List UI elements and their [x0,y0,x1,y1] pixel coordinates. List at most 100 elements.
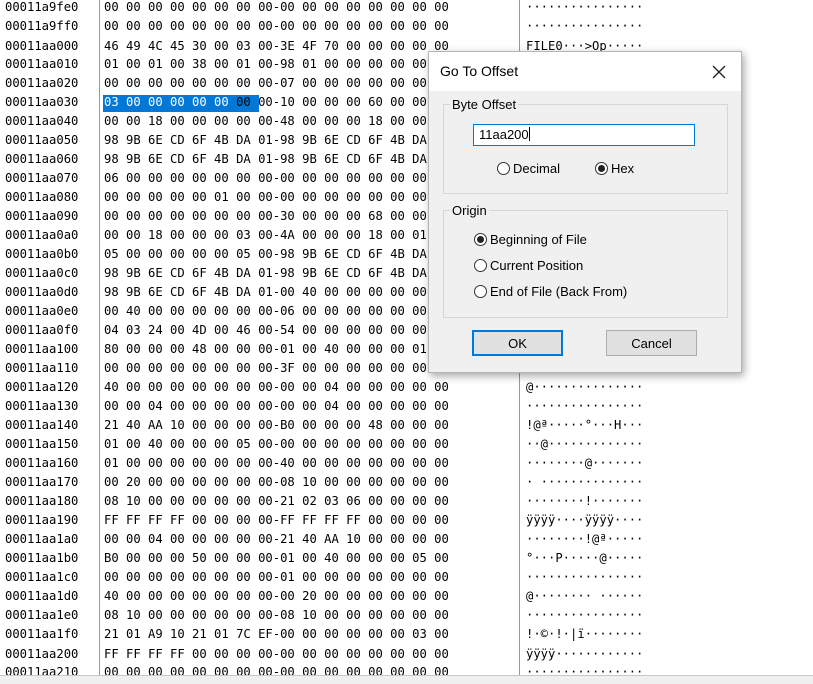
row-hex-bytes[interactable]: 01 00 01 00 38 00 01 00-98 01 00 00 00 0… [104,55,449,73]
row-address: 00011aa060 [5,152,79,166]
row-hex-bytes[interactable]: 40 00 00 00 00 00 00 00-00 20 00 00 00 0… [104,587,449,605]
cancel-button[interactable]: Cancel [606,330,697,356]
row-text[interactable]: @··············· [526,378,643,396]
row-text[interactable]: ················ [526,0,643,16]
row-hex-bytes[interactable]: 98 9B 6E CD 6F 4B DA 01-98 9B 6E CD 6F 4… [104,264,449,282]
row-hex-bytes[interactable]: 00 40 00 00 00 00 00 00-06 00 00 00 00 0… [104,302,449,320]
row-hex-bytes[interactable]: 00 00 00 00 00 00 00 00-00 00 00 00 00 0… [104,17,449,35]
ok-button-label: OK [508,335,527,351]
row-address: 00011aa020 [5,76,79,90]
row-address: 00011aa100 [5,342,79,356]
hex-radio[interactable]: Hex [595,161,634,176]
row-address: 00011aa070 [5,171,79,185]
row-hex-rest[interactable]: 00 00-10 00 00 00 60 00 00 00 [229,95,449,109]
row-text[interactable]: !·©·!·|ï········ [526,625,643,643]
row-hex-bytes[interactable]: FF FF FF FF 00 00 00 00-00 00 00 00 00 0… [104,645,449,663]
row-hex-bytes[interactable]: 00 20 00 00 00 00 00 00-08 10 00 00 00 0… [104,473,449,491]
row-hex-bytes[interactable]: 00 00 04 00 00 00 00 00-21 40 AA 10 00 0… [104,530,449,548]
row-hex-bytes[interactable]: 00 00 00 00 00 00 00 00-01 00 00 00 00 0… [104,568,449,586]
close-icon [712,65,726,78]
row-hex-bytes[interactable]: 21 01 A9 10 21 01 7C EF-00 00 00 00 00 0… [104,625,449,643]
row-text[interactable]: ÿÿÿÿ····ÿÿÿÿ···· [526,511,643,529]
row-address: 00011aa030 [5,95,79,109]
row-address: 00011aa1a0 [5,532,79,546]
row-hex-bytes[interactable]: 00 00 04 00 00 00 00 00-00 00 04 00 00 0… [104,397,449,415]
row-hex-bytes[interactable]: 80 00 00 00 48 00 00 00-01 00 40 00 00 0… [104,340,449,358]
row-text[interactable]: @········ ······ [526,587,643,605]
byte-offset-group-label: Byte Offset [450,97,519,112]
row-hex-bytes[interactable]: 08 10 00 00 00 00 00 00-21 02 03 06 00 0… [104,492,449,510]
end-radio-label: End of File (Back From) [490,284,628,299]
row-hex-bytes[interactable]: 00 00 18 00 00 00 00 00-48 00 00 00 18 0… [104,112,449,130]
cancel-button-label: Cancel [631,335,672,351]
row-address: 00011aa1d0 [5,589,79,603]
row-hex-bytes[interactable]: 03 00 00 00 00 00 00 00-10 00 00 00 60 0… [104,93,449,111]
row-hex-bytes[interactable]: 00 00 00 00 00 01 00 00-00 00 00 00 00 0… [104,188,449,206]
address-column-divider [99,0,100,675]
row-hex-bytes[interactable]: 00 00 00 00 00 00 00 00-00 00 00 00 00 0… [104,0,449,16]
row-text[interactable]: · ·············· [526,473,643,491]
end-radio-circle [474,285,487,298]
hex-radio-label: Hex [611,161,635,176]
row-hex-bytes[interactable]: 46 49 4C 45 30 00 03 00-3E 4F 70 00 00 0… [104,37,449,55]
row-hex-bytes[interactable]: 98 9B 6E CD 6F 4B DA 01-00 40 00 00 00 0… [104,283,449,301]
row-address: 00011aa130 [5,399,79,413]
row-text[interactable]: ················ [526,17,643,35]
row-hex-bytes[interactable]: 21 40 AA 10 00 00 00 00-B0 00 00 00 48 0… [104,416,449,434]
row-address: 00011a9fe0 [5,0,79,14]
row-hex-bytes[interactable]: 01 00 00 00 00 00 00 00-40 00 00 00 00 0… [104,454,449,472]
row-hex-bytes[interactable]: 00 00 18 00 00 00 03 00-4A 00 00 00 18 0… [104,226,449,244]
row-hex-bytes[interactable]: 01 00 40 00 00 00 05 00-00 00 00 00 00 0… [104,435,449,453]
row-hex-bytes[interactable]: 40 00 00 00 00 00 00 00-00 00 04 00 00 0… [104,378,449,396]
row-hex-bytes[interactable]: 08 10 00 00 00 00 00 00-08 10 00 00 00 0… [104,606,449,624]
row-text[interactable]: °···P·····@····· [526,549,643,567]
row-address: 00011aa1b0 [5,551,79,565]
dialog-titlebar[interactable]: Go To Offset [429,52,741,91]
row-address: 00011aa0e0 [5,304,79,318]
dialog-title: Go To Offset [440,63,519,79]
close-button[interactable] [697,52,741,91]
row-text[interactable]: ········@······· [526,454,643,472]
offset-input-value: 11aa200 [479,127,529,142]
row-text[interactable]: ··@············· [526,435,643,453]
row-text[interactable]: !@ª·····°···H··· [526,416,643,434]
beginning-radio-label: Beginning of File [490,232,587,247]
row-text[interactable]: ········!······· [526,492,643,510]
row-address: 00011aa200 [5,647,79,661]
row-address: 00011aa0a0 [5,228,79,242]
row-address: 00011aa000 [5,39,79,53]
row-text[interactable]: ················ [526,568,643,586]
row-address: 00011aa190 [5,513,79,527]
row-address: 00011aa120 [5,380,79,394]
row-hex-bytes[interactable]: 98 9B 6E CD 6F 4B DA 01-98 9B 6E CD 6F 4… [104,150,449,168]
row-address: 00011aa1e0 [5,608,79,622]
row-hex-bytes[interactable]: 00 00 00 00 00 00 00 00-30 00 00 00 68 0… [104,207,449,225]
row-text[interactable]: ················ [526,397,643,415]
row-address: 00011aa080 [5,190,79,204]
row-address: 00011aa090 [5,209,79,223]
current-position-radio[interactable]: Current Position [474,258,583,273]
text-caret [528,127,530,141]
row-text[interactable]: ················ [526,606,643,624]
row-hex-bytes[interactable]: FF FF FF FF 00 00 00 00-FF FF FF FF 00 0… [104,511,449,529]
row-hex-bytes[interactable]: 00 00 00 00 00 00 00 00-3F 00 00 00 00 0… [104,359,449,377]
row-address: 00011aa140 [5,418,79,432]
selected-bytes[interactable]: 03 00 00 00 00 00 [104,95,229,109]
decimal-radio[interactable]: Decimal [497,161,560,176]
row-text[interactable]: ÿÿÿÿ············ [526,645,643,663]
offset-input[interactable]: 11aa200 [473,124,695,146]
row-hex-bytes[interactable]: 05 00 00 00 00 00 05 00-98 9B 6E CD 6F 4… [104,245,449,263]
row-address: 00011aa1f0 [5,627,79,641]
ok-button[interactable]: OK [472,330,563,356]
row-hex-bytes[interactable]: B0 00 00 00 50 00 00 00-01 00 40 00 00 0… [104,549,449,567]
row-hex-bytes[interactable]: 06 00 00 00 00 00 00 00-00 00 00 00 00 0… [104,169,449,187]
row-address: 00011aa1c0 [5,570,79,584]
beginning-of-file-radio[interactable]: Beginning of File [474,232,587,247]
row-hex-bytes[interactable]: 04 03 24 00 4D 00 46 00-54 00 00 00 00 0… [104,321,449,339]
row-text[interactable]: ········!@ª····· [526,530,643,548]
origin-group-label: Origin [450,203,489,218]
row-address: 00011aa110 [5,361,79,375]
row-hex-bytes[interactable]: 98 9B 6E CD 6F 4B DA 01-98 9B 6E CD 6F 4… [104,131,449,149]
end-of-file-radio[interactable]: End of File (Back From) [474,284,627,299]
row-hex-bytes[interactable]: 00 00 00 00 00 00 00 00-07 00 00 00 00 0… [104,74,449,92]
